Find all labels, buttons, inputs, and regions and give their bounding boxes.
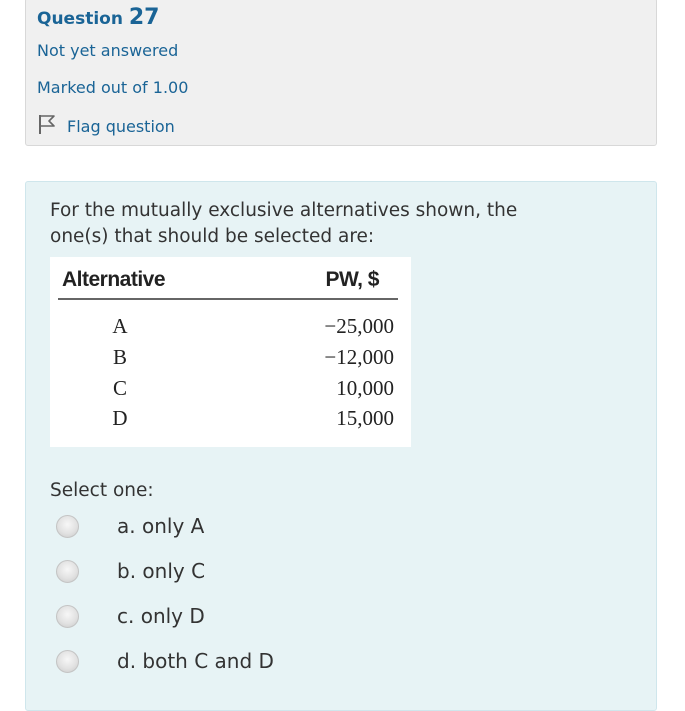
option-c-label[interactable]: c. only D [117, 604, 205, 628]
question-text: For the mutually exclusive alternatives … [50, 200, 518, 247]
option-c[interactable]: c. only D [56, 601, 456, 631]
flag-icon [37, 113, 67, 139]
select-one-prompt: Select one: [50, 480, 154, 501]
table-cell-pw: 10,000 [336, 376, 394, 400]
table-cell-alt: D [112, 406, 128, 430]
flag-question-label: Flag question [67, 116, 175, 136]
flag-question-link[interactable]: Flag question [37, 113, 175, 139]
table-header-pw: PW, $ [325, 268, 379, 291]
table-cell-alt: B [112, 345, 127, 369]
question-state: Not yet answered [37, 41, 179, 60]
question-number: 27 [128, 5, 160, 30]
question-number-heading: Question 27 [37, 5, 160, 30]
option-b-label[interactable]: b. only C [117, 559, 205, 583]
option-d[interactable]: d. both C and D [56, 646, 456, 676]
alternatives-table: Alternative PW, $ A −25,000 B −12,000 C … [50, 257, 411, 447]
option-b[interactable]: b. only C [56, 556, 456, 586]
table-header-rule [58, 298, 398, 300]
question-info-panel: Question 27 Not yet answered Marked out … [25, 0, 657, 146]
table-cell-alt: C [112, 376, 127, 400]
question-grade: Marked out of 1.00 [37, 78, 189, 97]
option-a-label[interactable]: a. only A [117, 514, 204, 538]
option-d-label[interactable]: d. both C and D [117, 649, 274, 673]
option-a[interactable]: a. only A [56, 511, 456, 541]
table-cell-pw: 15,000 [336, 406, 394, 430]
table-cell-alt: A [112, 314, 128, 338]
radio-option-d[interactable] [56, 649, 79, 673]
table-cell-pw: −12,000 [324, 345, 394, 369]
table-header-alternative: Alternative [62, 268, 166, 291]
radio-option-b[interactable] [56, 559, 79, 583]
question-label: Question [37, 9, 123, 29]
radio-option-c[interactable] [56, 604, 79, 628]
table-cell-pw: −25,000 [324, 314, 394, 338]
question-formulation: For the mutually exclusive alternatives … [25, 181, 657, 711]
radio-option-a[interactable] [56, 514, 79, 538]
